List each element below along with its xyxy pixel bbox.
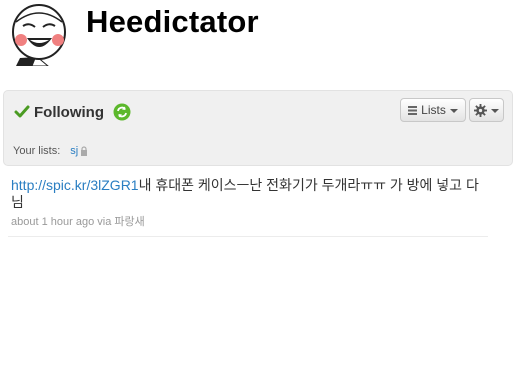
list-link-sj[interactable]: sj	[70, 145, 78, 157]
your-lists: Your lists: sj	[13, 145, 88, 157]
relationship-panel: Following Lists Your lists: sj	[3, 90, 513, 166]
tweet-link[interactable]: http://spic.kr/3lZGR1	[11, 177, 139, 193]
tweet-meta: about 1 hour ago via 파랑새	[11, 213, 486, 229]
gear-icon	[474, 103, 487, 117]
tweet-source[interactable]: 파랑새	[114, 216, 144, 228]
your-lists-label: Your lists:	[13, 145, 61, 157]
refresh-icon[interactable]	[113, 103, 131, 121]
via-label: via	[97, 216, 112, 228]
list-icon	[408, 105, 418, 115]
tweet-text: http://spic.kr/3lZGR1내 휴대폰 케이스ㅡ난 전화기가 두개…	[11, 177, 486, 211]
following-status: Following	[14, 101, 131, 123]
tweet-timestamp[interactable]: about 1 hour ago	[11, 216, 94, 228]
profile-name: Heedictator	[86, 4, 259, 39]
check-icon	[14, 105, 30, 118]
lists-button-label: Lists	[421, 103, 446, 117]
tweet: http://spic.kr/3lZGR1내 휴대폰 케이스ㅡ난 전화기가 두개…	[11, 177, 486, 229]
chevron-down-icon	[491, 108, 499, 113]
chevron-down-icon	[449, 108, 458, 113]
lists-button[interactable]: Lists	[400, 98, 466, 122]
divider	[8, 236, 488, 237]
avatar[interactable]	[8, 2, 70, 66]
following-label: Following	[34, 103, 104, 121]
lock-icon	[81, 146, 88, 156]
actions-menu-button[interactable]	[469, 98, 504, 122]
